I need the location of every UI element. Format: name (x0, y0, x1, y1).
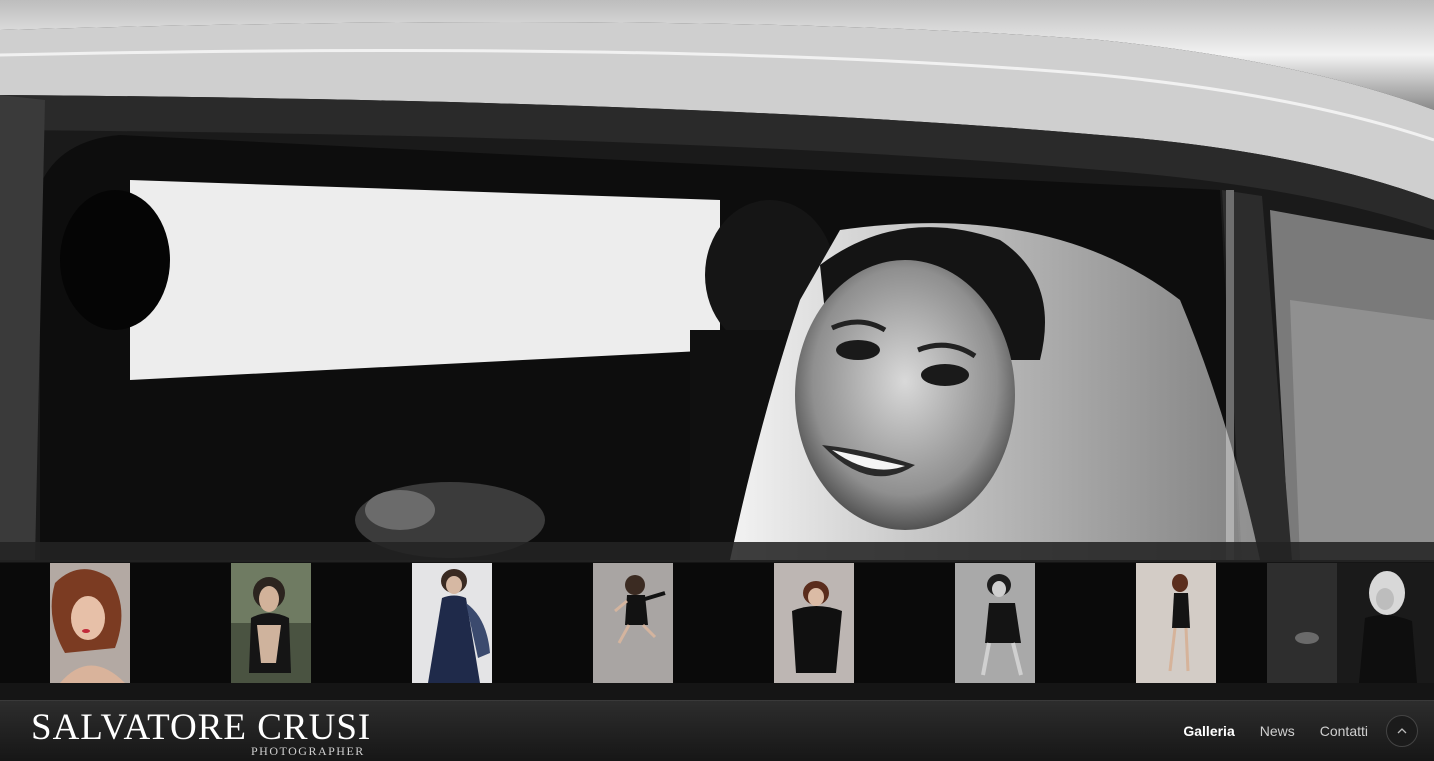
nav-item-news[interactable]: News (1260, 721, 1295, 741)
gallery-thumbnail-3[interactable] (412, 563, 492, 683)
thumbnail-row (0, 563, 1434, 683)
portrait-redhead-thumb (50, 563, 130, 683)
portrait-blonde-thumb (1267, 563, 1434, 683)
portrait-jump-thumb (593, 563, 673, 683)
site-name: SALVATORE CRUSI (31, 707, 372, 748)
gallery-thumbnail-2[interactable] (231, 563, 311, 683)
portrait-standing-thumb (1136, 563, 1216, 683)
footer-bar: SALVATORE CRUSI PHOTOGRAPHER Galleria Ne… (0, 700, 1434, 761)
gallery-thumbnail-7[interactable] (1136, 563, 1216, 683)
site-logo[interactable]: SALVATORE CRUSI PHOTOGRAPHER (31, 707, 371, 759)
thumbnail-strip-band (0, 542, 1434, 562)
gallery-thumbnail-6[interactable] (955, 563, 1035, 683)
portrait-blue-dress-thumb (412, 563, 492, 683)
portrait-outdoor-thumb (231, 563, 311, 683)
main-nav: Galleria News Contatti (1183, 721, 1368, 741)
gallery-thumbnail-1[interactable] (50, 563, 130, 683)
portrait-black-dress-thumb (774, 563, 854, 683)
gallery-thumbnail-4[interactable] (593, 563, 673, 683)
gallery-thumbnail-5[interactable] (774, 563, 854, 683)
nav-item-contatti[interactable]: Contatti (1320, 721, 1368, 741)
gallery-thumbnail-8[interactable] (1267, 563, 1434, 683)
nav-item-galleria[interactable]: Galleria (1183, 721, 1234, 741)
portrait-crouch-thumb (955, 563, 1035, 683)
thumbnail-strip (0, 542, 1434, 700)
site-tagline: PHOTOGRAPHER (251, 744, 365, 758)
chevron-up-icon (1397, 728, 1407, 734)
page: SALVATORE CRUSI PHOTOGRAPHER Galleria Ne… (0, 0, 1434, 761)
scroll-top-button[interactable] (1386, 715, 1418, 747)
